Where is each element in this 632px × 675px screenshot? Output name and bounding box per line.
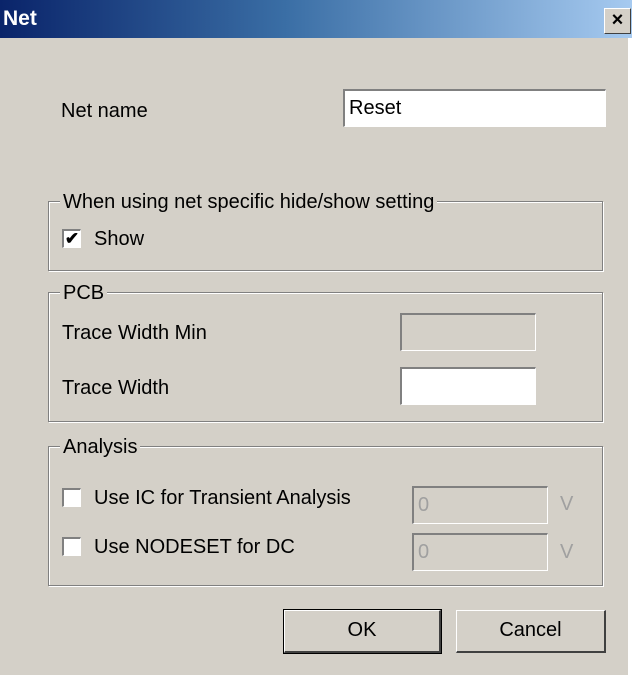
title-bar[interactable]: Net ×: [0, 0, 632, 38]
ic-transient-input: [412, 486, 548, 524]
window-title: Net: [3, 7, 37, 30]
pcb-group-title: PCB: [60, 282, 108, 304]
net-name-input[interactable]: [343, 89, 606, 127]
nodeset-dc-label[interactable]: Use NODESET for DC: [94, 536, 295, 559]
nodeset-dc-checkbox[interactable]: [62, 537, 81, 556]
trace-width-min-label: Trace Width Min: [62, 322, 207, 344]
ic-transient-label[interactable]: Use IC for Transient Analysis: [94, 487, 351, 510]
close-icon: ×: [611, 9, 624, 31]
ok-button[interactable]: OK: [283, 609, 442, 654]
trace-width-label: Trace Width: [62, 377, 170, 399]
window-edge: [628, 38, 632, 675]
trace-width-input[interactable]: [400, 367, 536, 405]
cancel-button[interactable]: Cancel: [456, 610, 606, 653]
ic-transient-checkbox[interactable]: [62, 488, 81, 507]
nodeset-dc-unit: V: [560, 541, 574, 563]
net-name-label: Net name: [61, 100, 148, 122]
trace-width-min-input: [400, 313, 536, 351]
checkmark-icon: ✔: [64, 229, 80, 248]
show-checkbox[interactable]: ✔: [62, 229, 81, 248]
show-label[interactable]: Show: [94, 228, 144, 251]
close-button[interactable]: ×: [604, 8, 631, 34]
ic-transient-unit: V: [560, 493, 574, 515]
visibility-group-title: When using net specific hide/show settin…: [60, 191, 438, 213]
nodeset-dc-input: [412, 533, 548, 571]
analysis-group-title: Analysis: [60, 436, 141, 458]
